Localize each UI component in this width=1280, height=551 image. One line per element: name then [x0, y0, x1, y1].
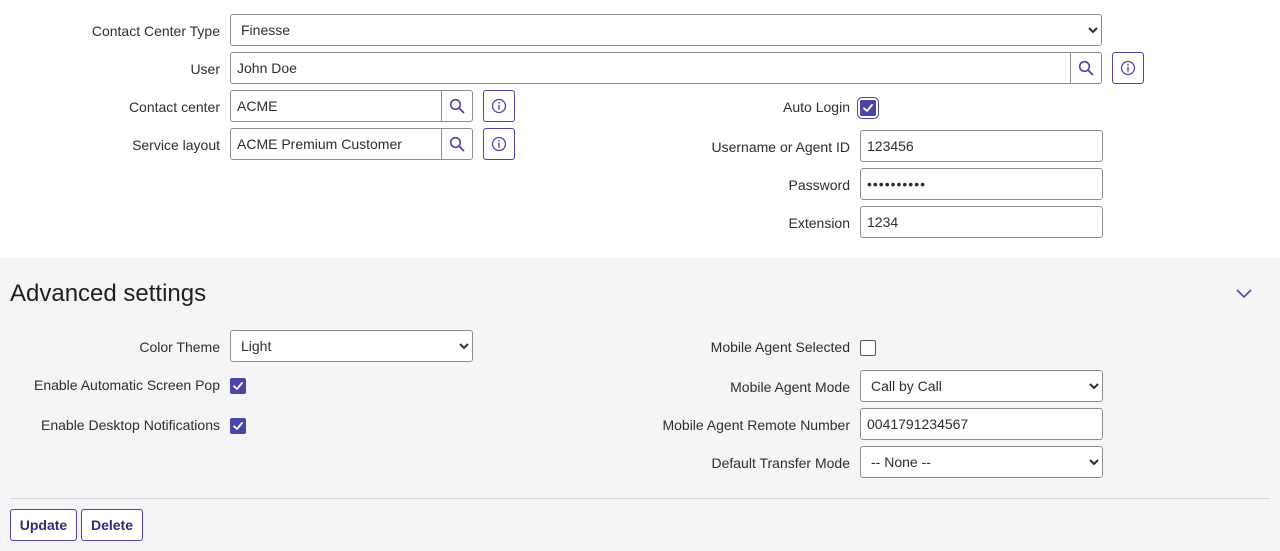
color-theme-label: Color Theme	[139, 339, 220, 355]
contact-center-lookup-button[interactable]	[441, 90, 473, 122]
info-icon	[491, 136, 507, 152]
default-transfer-mode-label: Default Transfer Mode	[711, 455, 850, 471]
mobile-agent-selected-label: Mobile Agent Selected	[710, 339, 850, 355]
password-input[interactable]: ••••••••••	[860, 168, 1103, 200]
check-icon	[233, 382, 243, 390]
user-info-button[interactable]	[1112, 52, 1144, 84]
update-button[interactable]: Update	[10, 509, 77, 541]
mobile-agent-selected-checkbox[interactable]	[860, 340, 876, 356]
username-input[interactable]: 123456	[860, 130, 1103, 162]
check-icon	[863, 104, 873, 112]
mobile-agent-mode-label: Mobile Agent Mode	[730, 379, 850, 395]
contact-center-input[interactable]: ACME	[230, 90, 442, 122]
mobile-agent-remote-number-input[interactable]: 0041791234567	[860, 408, 1103, 440]
desktop-notifications-checkbox[interactable]	[230, 418, 246, 434]
screen-pop-checkbox[interactable]	[230, 378, 246, 394]
search-icon	[449, 98, 465, 114]
color-theme-select[interactable]: Light	[230, 330, 473, 362]
advanced-settings-toggle[interactable]	[1234, 286, 1254, 302]
service-layout-input[interactable]: ACME Premium Customer	[230, 128, 442, 160]
actions-divider	[10, 498, 1270, 499]
advanced-settings-title[interactable]: Advanced settings	[10, 280, 206, 308]
user-lookup-button[interactable]	[1070, 52, 1102, 84]
check-icon	[233, 422, 243, 430]
service-layout-info-button[interactable]	[483, 128, 515, 160]
extension-input[interactable]: 1234	[860, 206, 1103, 238]
auto-login-checkbox[interactable]	[860, 100, 876, 116]
service-layout-label: Service layout	[132, 137, 220, 153]
extension-label: Extension	[788, 215, 850, 231]
info-icon	[491, 98, 507, 114]
contact-center-type-label: Contact Center Type	[91, 23, 220, 39]
user-input[interactable]: John Doe	[230, 52, 1071, 84]
delete-button[interactable]: Delete	[81, 509, 143, 541]
search-icon	[1078, 60, 1094, 76]
search-icon	[449, 136, 465, 152]
user-label: User	[190, 61, 220, 77]
mobile-agent-remote-number-label: Mobile Agent Remote Number	[662, 417, 850, 433]
service-layout-lookup-button[interactable]	[441, 128, 473, 160]
chevron-down-icon	[1236, 289, 1252, 299]
mobile-agent-mode-select[interactable]: Call by Call	[860, 370, 1103, 402]
contact-center-info-button[interactable]	[483, 90, 515, 122]
default-transfer-mode-select[interactable]: -- None --	[860, 446, 1103, 478]
info-icon	[1120, 60, 1136, 76]
password-label: Password	[788, 177, 850, 193]
auto-login-label: Auto Login	[783, 99, 850, 115]
contact-center-type-select[interactable]: Finesse	[230, 14, 1102, 46]
desktop-notifications-label: Enable Desktop Notifications	[41, 417, 220, 433]
screen-pop-label: Enable Automatic Screen Pop	[33, 377, 220, 393]
username-label: Username or Agent ID	[711, 139, 850, 155]
contact-center-label: Contact center	[128, 99, 220, 115]
